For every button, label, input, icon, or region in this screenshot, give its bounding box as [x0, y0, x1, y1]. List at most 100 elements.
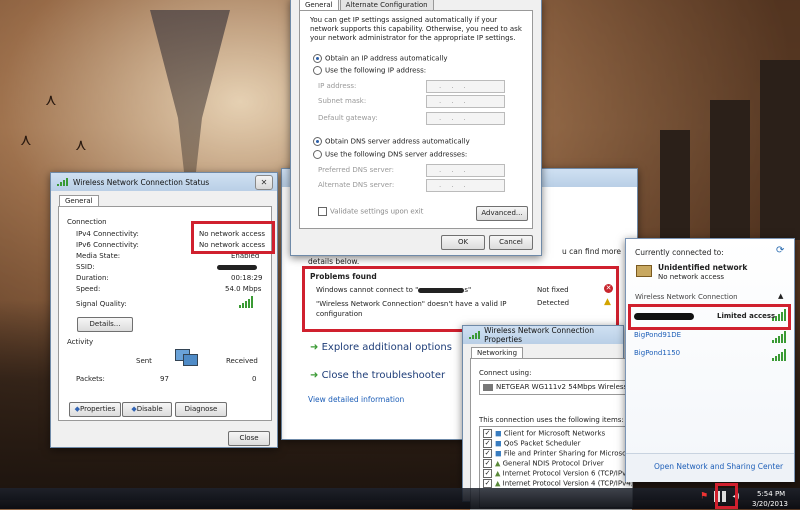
ip-tabs: General Alternate Configuration [299, 0, 435, 10]
list-item[interactable]: ✓ ■ Client for Microsoft Networks [483, 429, 605, 438]
advanced-button[interactable]: Advanced... [476, 206, 528, 221]
network-name: Unidentified network [658, 263, 748, 272]
received-label: Received [226, 357, 258, 365]
ipv4-label: IPv4 Connectivity: [76, 230, 139, 238]
wireless-section-heading[interactable]: Wireless Network Connection [635, 293, 738, 301]
flag-icon[interactable]: ⚑ [700, 492, 708, 502]
adapter-field: NETGEAR WG111v2 54Mbps Wireless US [479, 380, 639, 395]
packets-sent-value: 97 [160, 375, 169, 383]
network-list-label: BigPond91DE [634, 331, 682, 339]
status-tabs: General [59, 195, 100, 206]
activity-heading: Activity [67, 338, 94, 346]
list-item[interactable]: ✓ ■ File and Printer Sharing for Microsof… [483, 449, 632, 458]
close-troubleshooter-label: Close the troubleshooter [321, 370, 446, 381]
wireless-signal-icon [469, 331, 480, 339]
problems-highlight [302, 266, 619, 332]
list-item-icon: ▲ [495, 459, 501, 468]
close-window-button[interactable]: ✕ [255, 175, 273, 190]
validate-settings-checkbox[interactable]: Validate settings upon exit [318, 207, 423, 216]
list-item-label: Client for Microsoft Networks [503, 429, 606, 438]
radio-unselected-icon [313, 66, 322, 75]
redacted-ssid [217, 265, 257, 270]
network-computers-icon [175, 347, 198, 367]
packets-received-value: 0 [252, 375, 257, 383]
use-following-ip-radio[interactable]: Use the following IP address: [313, 66, 426, 75]
tab-general[interactable]: General [299, 0, 339, 10]
list-item-label: QoS Packet Scheduler [503, 439, 581, 448]
ok-button[interactable]: OK [441, 235, 485, 250]
chevron-up-icon[interactable]: ▲ [778, 292, 783, 300]
subnet-mask-field[interactable]: ... [426, 95, 505, 108]
disable-label: Disable [136, 405, 163, 413]
checkbox-checked-icon: ✓ [483, 479, 492, 488]
list-item[interactable]: ✓ ▲ Internet Protocol Version 6 (TCP/IPv6… [483, 469, 632, 478]
ip-address-field[interactable]: ... [426, 80, 505, 93]
list-item[interactable]: ✓ ▲ Internet Protocol Version 4 (TCP/IPv4… [483, 479, 632, 488]
obtain-dns-auto-radio[interactable]: Obtain DNS server address automatically [313, 137, 470, 146]
obtain-ip-auto-radio[interactable]: Obtain an IP address automatically [313, 54, 448, 63]
cancel-button[interactable]: Cancel [489, 235, 533, 250]
taskbar: ⚑ ◂) 5:54 PM 3/20/2013 [0, 488, 800, 509]
network-list-item[interactable]: BigPond91DE [634, 331, 790, 343]
duration-label: Duration: [76, 274, 109, 282]
network-adapter-icon [483, 383, 493, 391]
signal-quality-label: Signal Quality: [76, 300, 127, 308]
validate-settings-label: Validate settings upon exit [330, 207, 424, 216]
speed-label: Speed: [76, 285, 101, 293]
list-item-icon: ▲ [495, 469, 501, 478]
status-titlebar: Wireless Network Connection Status [51, 173, 277, 191]
wallpaper-bat: ⋏ [75, 135, 87, 154]
list-item-icon: ▲ [495, 479, 501, 488]
list-item-icon: ■ [495, 449, 502, 458]
clock-date[interactable]: 3/20/2013 [752, 500, 788, 508]
wallpaper-bat: ⋏ [45, 90, 57, 109]
list-item-label: File and Printer Sharing for Microsoft N… [503, 449, 632, 458]
alternate-dns-field[interactable]: ... [426, 179, 505, 192]
signal-strength-icon [772, 349, 788, 361]
network-list-label: BigPond1150 [634, 349, 681, 357]
wallpaper-tower [660, 130, 690, 240]
troubleshooter-details-below: details below. [308, 257, 360, 266]
explore-options-link[interactable]: ➜ Explore additional options [310, 342, 452, 353]
tab-networking[interactable]: Networking [471, 347, 524, 358]
preferred-dns-field[interactable]: ... [426, 164, 505, 177]
default-gateway-field[interactable]: ... [426, 112, 505, 125]
list-item-icon: ■ [495, 429, 502, 438]
disable-button[interactable]: ◆Disable [122, 402, 172, 417]
preferred-dns-label: Preferred DNS server: [318, 166, 395, 174]
close-button[interactable]: Close [228, 431, 270, 446]
open-network-center-link[interactable]: Open Network and Sharing Center [654, 462, 783, 471]
network-list-item[interactable]: BigPond1150 [634, 349, 790, 361]
list-item-label: General NDIS Protocol Driver [502, 459, 604, 468]
tray-icon-highlight [715, 483, 738, 509]
ip-address-label: IP address: [318, 82, 357, 90]
connection-heading: Connection [67, 218, 107, 226]
tab-general[interactable]: General [59, 195, 99, 206]
explore-options-label: Explore additional options [321, 342, 452, 353]
properties-button[interactable]: ◆Properties [69, 402, 121, 417]
limited-access-highlight [628, 304, 791, 330]
flyout-footer: Open Network and Sharing Center [626, 453, 794, 482]
close-troubleshooter-link[interactable]: ➜ Close the troubleshooter [310, 370, 445, 381]
speed-value: 54.0 Mbps [225, 285, 262, 293]
tab-alternate-configuration[interactable]: Alternate Configuration [339, 0, 434, 10]
diagnose-button[interactable]: Diagnose [175, 402, 227, 417]
use-following-dns-radio[interactable]: Use the following DNS server addresses: [313, 150, 467, 159]
media-state-label: Media State: [76, 252, 121, 260]
details-button[interactable]: Details... [77, 317, 133, 332]
wallpaper-tower [710, 100, 750, 240]
sent-label: Sent [136, 357, 152, 365]
items-heading: This connection uses the following items… [479, 416, 624, 424]
connectivity-highlight [191, 221, 275, 254]
obtain-dns-auto-label: Obtain DNS server address automatically [325, 137, 470, 146]
view-detailed-link[interactable]: View detailed information [308, 395, 404, 404]
wallpaper-bat: ⋏ [20, 130, 32, 149]
refresh-icon[interactable]: ⟳ [776, 245, 784, 256]
checkbox-checked-icon: ✓ [483, 459, 492, 468]
list-item[interactable]: ✓ ▲ General NDIS Protocol Driver [483, 459, 604, 468]
clock-time[interactable]: 5:54 PM [757, 490, 785, 498]
duration-value: 00:18:29 [231, 274, 263, 282]
list-item[interactable]: ✓ ■ QoS Packet Scheduler [483, 439, 581, 448]
signal-strength-icon [772, 331, 788, 343]
wireless-signal-icon [57, 178, 69, 186]
